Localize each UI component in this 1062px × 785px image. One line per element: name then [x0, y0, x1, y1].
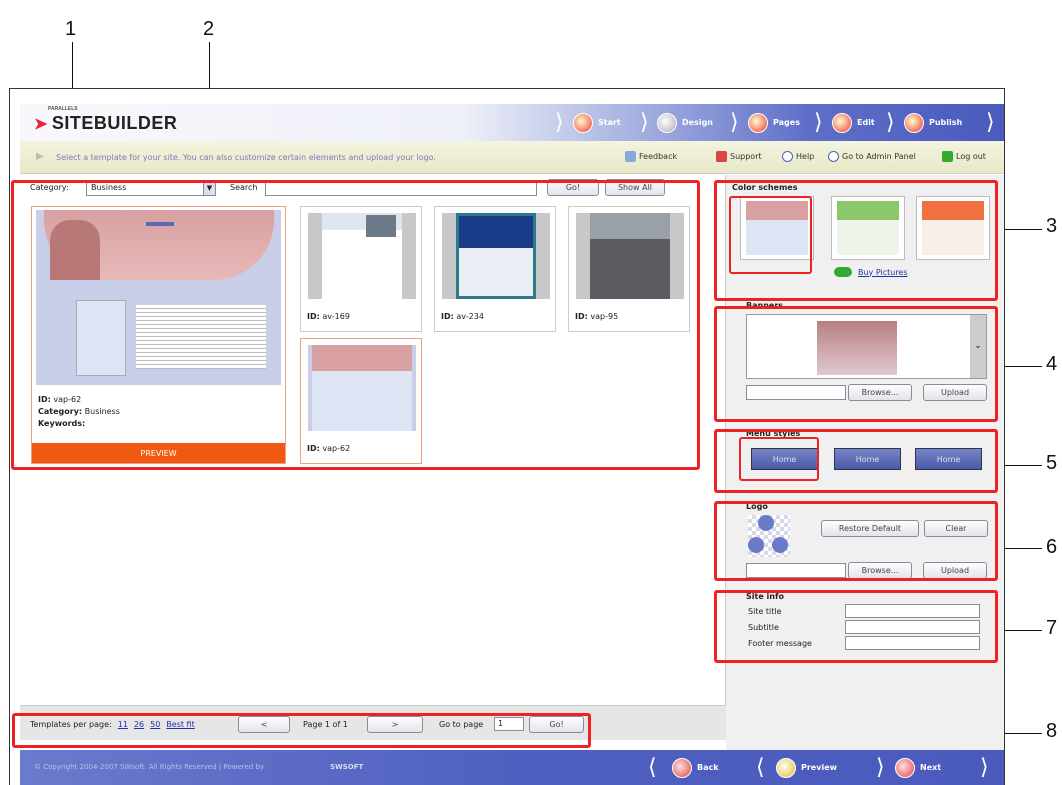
design-icon — [657, 112, 677, 133]
annotation-box-selected-menu — [739, 437, 819, 481]
annotation-box-banners — [714, 306, 998, 422]
logout-icon — [942, 151, 953, 162]
logo-text: SITEBUILDER — [51, 113, 178, 133]
callout-3: 3 — [1046, 215, 1058, 237]
annotation-box-site-info — [714, 590, 998, 663]
chevron-left-icon: ⟨ — [756, 755, 765, 780]
next-label: Next — [920, 763, 942, 772]
link-label: Go to Admin Panel — [842, 152, 916, 161]
step-label: Publish — [929, 118, 963, 127]
chevron-left-icon: ⟨ — [648, 755, 657, 780]
back-button[interactable]: Back — [672, 755, 719, 780]
next-button[interactable]: Next — [895, 755, 941, 780]
admin-panel-link[interactable]: Go to Admin Panel — [828, 151, 916, 162]
callout-6: 6 — [1046, 536, 1058, 558]
chevron-icon: ⟩ — [640, 110, 649, 135]
step-publish[interactable]: Publish — [904, 110, 962, 135]
support-link[interactable]: Support — [716, 151, 762, 162]
next-icon — [895, 757, 915, 778]
callout-8: 8 — [1046, 720, 1058, 742]
annotation-box-pagination — [12, 713, 591, 748]
annotation-box-template-area — [11, 180, 700, 470]
support-icon — [716, 151, 727, 162]
app-window: PARALLELS ➤ SITEBUILDER ⟩ Start ⟩ Design … — [9, 88, 1005, 785]
link-label: Log out — [956, 152, 986, 161]
chevron-right-icon: ⟩ — [980, 755, 989, 780]
help-link[interactable]: Help — [782, 151, 814, 162]
callout-5: 5 — [1046, 452, 1058, 474]
admin-panel-icon — [828, 151, 839, 162]
sitebuilder-logo: PARALLELS ➤ SITEBUILDER — [34, 106, 178, 134]
feedback-link[interactable]: Feedback — [625, 151, 677, 162]
copyright-text: © Copyright 2004-2007 SWsoft. All Rights… — [34, 763, 265, 771]
logo-mark-icon: ➤ — [34, 116, 48, 133]
link-label: Feedback — [639, 152, 678, 161]
link-label: Support — [730, 152, 762, 161]
feedback-icon — [625, 151, 636, 162]
logout-link[interactable]: Log out — [942, 151, 986, 162]
link-label: Help — [796, 152, 815, 161]
chevron-icon: ⟩ — [555, 110, 564, 135]
back-icon — [672, 757, 692, 778]
step-pages[interactable]: Pages — [748, 110, 800, 135]
step-design[interactable]: Design — [657, 110, 713, 135]
pages-icon — [748, 112, 768, 133]
step-edit[interactable]: Edit — [832, 110, 875, 135]
step-label: Design — [682, 118, 713, 127]
chevron-icon: ⟩ — [986, 110, 995, 135]
header-bar: PARALLELS ➤ SITEBUILDER ⟩ Start ⟩ Design … — [20, 104, 1004, 141]
publish-icon — [904, 112, 924, 133]
chevron-right-icon: ⟩ — [876, 755, 885, 780]
callout-1: 1 — [65, 18, 77, 40]
step-label: Edit — [857, 118, 875, 127]
info-bar: ▶ Select a template for your site. You c… — [20, 141, 1004, 174]
preview-icon — [776, 757, 796, 778]
preview-label: Preview — [801, 763, 838, 772]
swsoft-brand: SWSOFT — [330, 763, 364, 771]
arrow-right-icon: ▶ — [36, 151, 44, 162]
step-start[interactable]: Start — [573, 110, 621, 135]
step-label: Pages — [773, 118, 800, 127]
step-label: Start — [598, 118, 621, 127]
edit-icon — [832, 112, 852, 133]
callout-2: 2 — [203, 18, 215, 40]
callout-7: 7 — [1046, 617, 1058, 639]
back-label: Back — [697, 763, 719, 772]
start-icon — [573, 112, 593, 133]
logo-small-text: PARALLELS — [48, 106, 78, 112]
annotation-box-selected-scheme — [729, 196, 812, 274]
footer-bar: © Copyright 2004-2007 SWsoft. All Rights… — [20, 750, 1004, 785]
annotation-box-logo — [714, 501, 998, 581]
chevron-icon: ⟩ — [886, 110, 895, 135]
chevron-icon: ⟩ — [730, 110, 739, 135]
preview-nav-button[interactable]: Preview — [776, 755, 837, 780]
callout-4: 4 — [1046, 353, 1058, 375]
instruction-text: Select a template for your site. You can… — [56, 153, 436, 162]
help-icon — [782, 151, 793, 162]
chevron-icon: ⟩ — [814, 110, 823, 135]
